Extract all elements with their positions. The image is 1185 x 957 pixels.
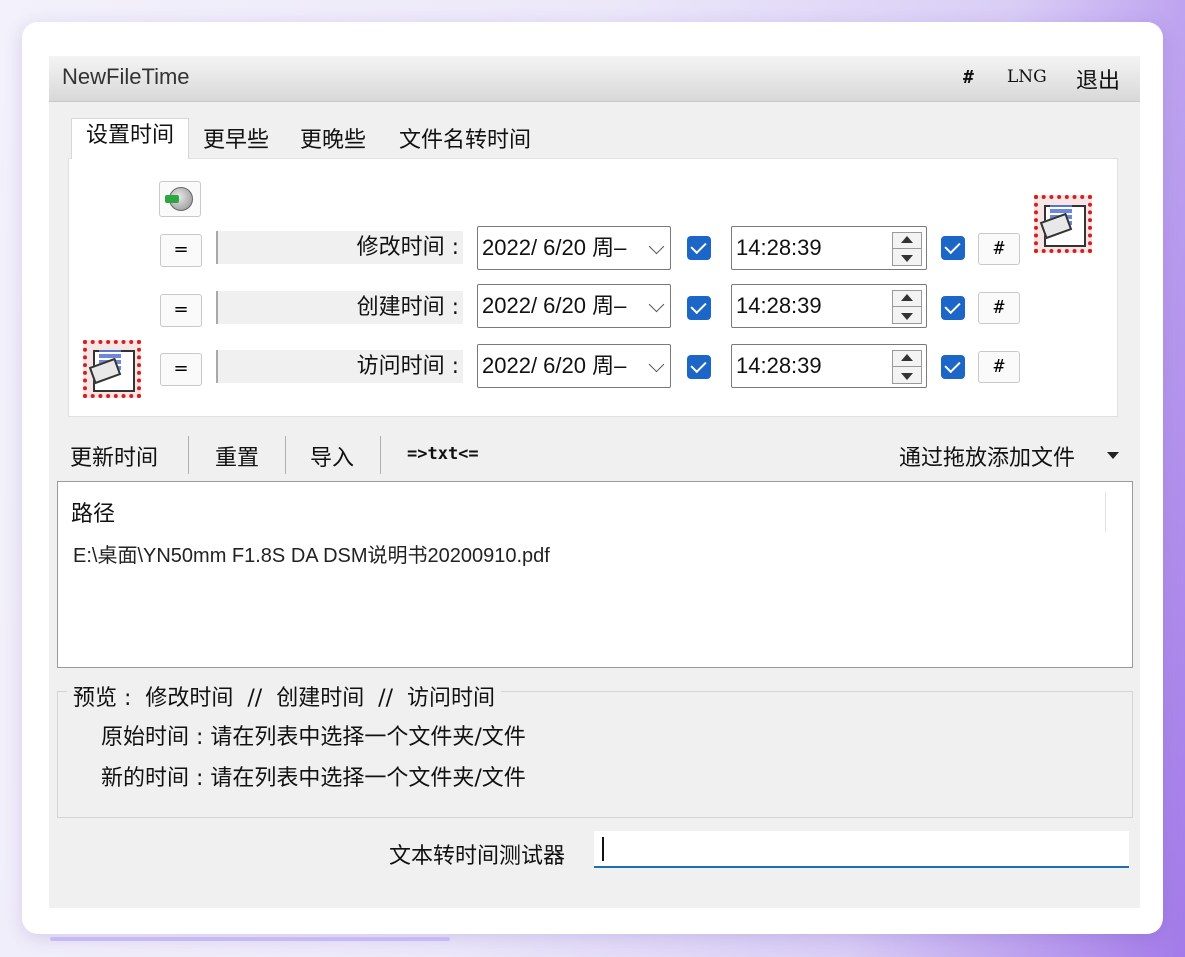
chevron-down-icon: [648, 238, 665, 255]
exit-button[interactable]: 退出: [1076, 63, 1120, 95]
chevron-down-icon: [648, 356, 665, 373]
spin-up-icon: [901, 354, 913, 361]
image-drop-icon[interactable]: [1034, 195, 1092, 253]
add-files-dropdown[interactable]: 通过拖放添加文件: [899, 440, 1075, 472]
accessed-time-checkbox[interactable]: [941, 355, 965, 379]
accessed-equal-button[interactable]: =: [160, 353, 202, 386]
export-txt-button[interactable]: =>txt<=: [407, 444, 479, 464]
column-header-path[interactable]: 路径: [71, 496, 115, 528]
import-button[interactable]: 导入: [310, 440, 354, 472]
reset-button[interactable]: 重置: [215, 440, 259, 472]
modified-time-input[interactable]: 14:28:39: [731, 226, 927, 270]
modified-hash-button[interactable]: #: [978, 233, 1020, 265]
toolbar-separator: [188, 436, 189, 474]
accessed-date-select[interactable]: 2022/ 6/20 周–: [477, 344, 671, 388]
accessed-time-input[interactable]: 14:28:39: [731, 344, 927, 388]
app-title: NewFileTime: [62, 64, 190, 89]
accessed-label: 访问时间 :: [356, 354, 459, 379]
original-time-text: 原始时间 : 请在列表中选择一个文件夹/文件: [101, 725, 526, 750]
back-arrow-icon: [165, 195, 179, 203]
created-date-checkbox[interactable]: [687, 296, 711, 320]
hash-menu-button[interactable]: #: [963, 67, 974, 88]
created-date-value: 2022/ 6/20 周–: [482, 293, 627, 318]
created-time-spinner[interactable]: [892, 290, 922, 324]
created-date-select[interactable]: 2022/ 6/20 周–: [477, 284, 671, 328]
spin-up-icon: [901, 294, 913, 301]
modified-time-value: 14:28:39: [736, 235, 822, 260]
created-time-checkbox[interactable]: [941, 296, 965, 320]
tab-filename-to-time[interactable]: 文件名转时间: [383, 124, 547, 160]
file-list[interactable]: 路径 E:\桌面\YN50mm F1.8S DA DSM说明书20200910.…: [57, 481, 1133, 668]
tab-later[interactable]: 更晚些: [286, 124, 380, 160]
created-hash-button[interactable]: #: [978, 292, 1020, 324]
modified-date-value: 2022/ 6/20 周–: [482, 235, 627, 260]
list-item[interactable]: E:\桌面\YN50mm F1.8S DA DSM说明书20200910.pdf: [73, 539, 550, 568]
tab-earlier[interactable]: 更早些: [189, 124, 283, 160]
accessed-time-value: 14:28:39: [736, 353, 822, 378]
chevron-down-icon: [648, 296, 665, 313]
text-to-time-tester-input[interactable]: [594, 831, 1129, 868]
column-separator[interactable]: [1105, 492, 1106, 532]
created-label: 创建时间 :: [356, 295, 459, 320]
modified-time-spinner[interactable]: [892, 232, 922, 266]
spin-down-icon: [901, 313, 913, 320]
modified-date-checkbox[interactable]: [687, 236, 711, 260]
title-bar: NewFileTime # LNG 退出: [49, 56, 1140, 102]
modified-time-checkbox[interactable]: [941, 236, 965, 260]
update-time-button[interactable]: 更新时间: [70, 440, 158, 472]
text-to-time-tester-label: 文本转时间测试器: [389, 844, 566, 869]
spin-down-icon: [901, 255, 913, 262]
spin-down-icon: [901, 373, 913, 380]
language-button[interactable]: LNG: [1007, 67, 1047, 87]
toolbar-separator: [380, 436, 381, 474]
accessed-date-value: 2022/ 6/20 周–: [482, 353, 627, 378]
restore-time-button[interactable]: [159, 181, 201, 217]
accessed-hash-button[interactable]: #: [978, 351, 1020, 383]
accessed-time-spinner[interactable]: [892, 350, 922, 384]
tab-set-time[interactable]: 设置时间: [71, 118, 189, 159]
accessed-date-checkbox[interactable]: [687, 355, 711, 379]
created-time-value: 14:28:39: [736, 293, 822, 318]
created-time-input[interactable]: 14:28:39: [731, 284, 927, 328]
text-caret: [602, 837, 604, 861]
modified-equal-button[interactable]: =: [160, 234, 202, 267]
app-window: NewFileTime # LNG 退出 设置时间 更早些 更晚些 文件名转时间…: [49, 56, 1140, 908]
caret-down-icon[interactable]: [1107, 452, 1119, 459]
toolbar-separator: [285, 436, 286, 474]
preview-legend: 预览 : 修改时间 // 创建时间 // 访问时间: [67, 680, 501, 712]
modified-label: 修改时间 :: [356, 235, 459, 260]
scroll-indicator: [50, 937, 450, 941]
image-drop-icon-left[interactable]: [83, 340, 141, 398]
spin-up-icon: [901, 236, 913, 243]
modified-date-select[interactable]: 2022/ 6/20 周–: [477, 226, 671, 270]
new-time-text: 新的时间 : 请在列表中选择一个文件夹/文件: [101, 766, 526, 791]
created-equal-button[interactable]: =: [160, 294, 202, 327]
